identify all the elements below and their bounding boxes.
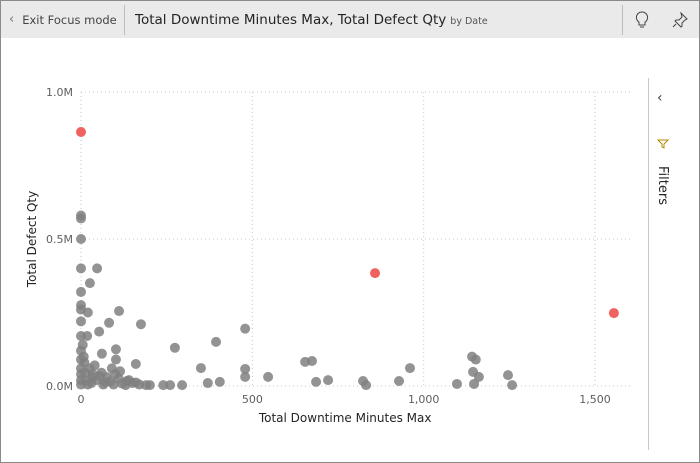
x-axis-title: Total Downtime Minutes Max (258, 411, 432, 425)
data-point (503, 370, 514, 381)
data-point (130, 377, 141, 388)
data-point (82, 379, 93, 390)
data-point (110, 354, 121, 365)
filters-label: Filters (655, 166, 670, 205)
data-point (451, 378, 462, 389)
data-point (169, 342, 180, 353)
data-point (77, 339, 88, 350)
title-suffix: by Date (450, 15, 488, 27)
data-point (158, 380, 169, 391)
data-point (177, 380, 188, 391)
y-tick-label: 0.0M (46, 380, 73, 393)
data-point (470, 354, 481, 365)
data-point (94, 326, 105, 337)
chevron-left-icon[interactable]: ‹ (657, 90, 663, 106)
data-point (76, 213, 86, 224)
visual-title: Total Downtime Minutes Max, Total Defect… (125, 12, 622, 28)
data-point (361, 380, 372, 391)
data-point (114, 306, 125, 317)
data-point (92, 263, 103, 274)
data-point (130, 358, 141, 369)
data-point (195, 363, 206, 374)
filter-icon (657, 139, 669, 149)
title-text: Total Downtime Minutes Max, Total Defect… (135, 11, 447, 28)
y-tick-label: 0.5M (46, 233, 73, 246)
data-point (404, 363, 415, 374)
data-point (214, 376, 225, 387)
data-point (311, 376, 322, 387)
data-point (240, 323, 251, 334)
scatter-chart: 0 500 1,000 1,500 0.0M 0.5M 1.0M Total Downtime… (25, 86, 630, 425)
data-point (240, 371, 251, 382)
data-point (110, 344, 121, 355)
data-point (89, 360, 100, 371)
exit-focus-label: Exit Focus mode (22, 12, 117, 27)
data-point (76, 234, 86, 244)
insights-button[interactable] (623, 1, 661, 38)
data-point (263, 371, 274, 382)
data-point (99, 377, 110, 388)
data-point (84, 278, 95, 289)
data-point (82, 307, 93, 318)
data-point (120, 380, 131, 391)
y-axis-title: Total Defect Qty (25, 191, 39, 288)
x-tick-label: 1,500 (579, 393, 611, 406)
focus-header: ‹ Exit Focus mode Total Downtime Minutes… (1, 1, 699, 38)
pin-icon (672, 11, 688, 28)
x-tick-label: 0 (78, 393, 85, 406)
data-point (469, 378, 480, 389)
highlight-data-point (608, 308, 619, 319)
data-point (76, 286, 86, 297)
x-tick-label: 1,000 (408, 393, 440, 406)
data-point (110, 369, 121, 380)
data-point (104, 317, 115, 328)
pin-visual-button[interactable] (661, 1, 699, 38)
highlight-data-point (370, 268, 381, 279)
data-point (76, 316, 86, 327)
data-point (78, 351, 89, 362)
data-point (202, 378, 213, 389)
data-point (141, 380, 152, 391)
data-point (135, 319, 146, 330)
data-point (323, 375, 334, 386)
exit-focus-mode-button[interactable]: ‹ Exit Focus mode (1, 1, 124, 38)
data-point (82, 331, 93, 342)
data-point (96, 348, 107, 359)
data-point (306, 356, 317, 367)
filters-pane[interactable]: ‹ Filters (648, 78, 700, 450)
data-point (87, 369, 98, 380)
x-tick-label: 500 (242, 393, 263, 406)
highlight-data-point (76, 126, 86, 137)
lightbulb-icon (635, 10, 649, 27)
data-point (211, 336, 222, 347)
data-point (394, 376, 405, 387)
data-point (76, 263, 86, 274)
data-point (507, 380, 518, 391)
chevron-left-icon: ‹ (9, 12, 15, 27)
y-tick-label: 1.0M (46, 86, 73, 99)
